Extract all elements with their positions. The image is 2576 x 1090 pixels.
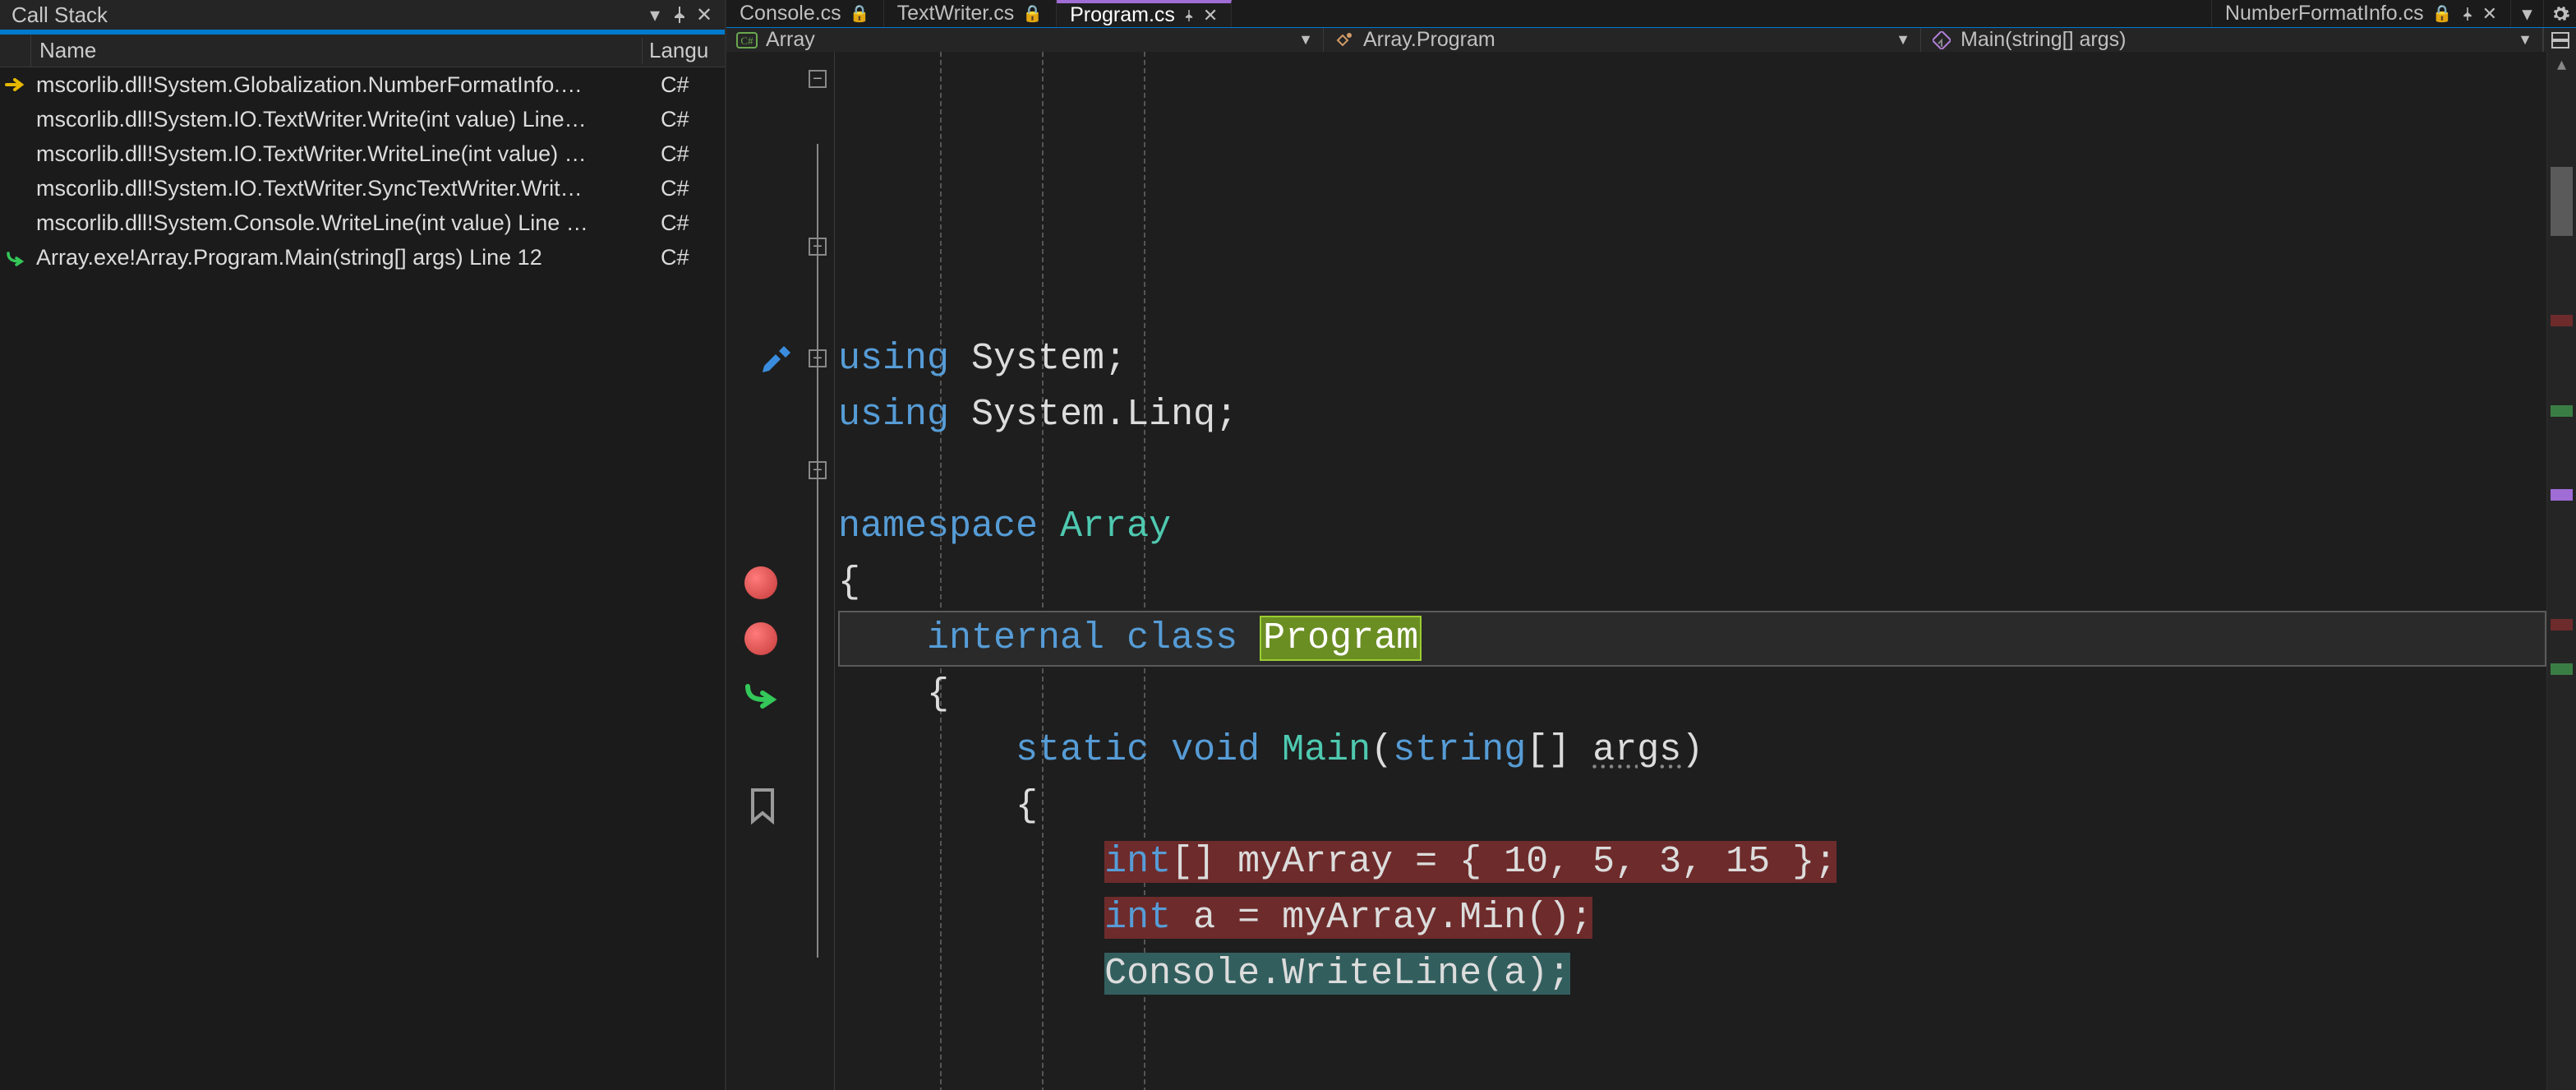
frame-language: C#	[654, 210, 725, 236]
vertical-scrollbar[interactable]: ▴	[2546, 52, 2576, 1090]
scroll-overview-mark	[2551, 619, 2573, 630]
call-stack-frame[interactable]: mscorlib.dll!System.IO.TextWriter.WriteL…	[0, 136, 725, 171]
class-icon	[1334, 32, 1355, 48]
current-statement-icon	[744, 678, 781, 711]
code-line[interactable]: namespace Array	[838, 499, 2546, 555]
pin-icon[interactable]	[667, 2, 692, 27]
window-menu-icon[interactable]: ▾	[643, 2, 667, 27]
call-stack-header: Call Stack ▾ ✕	[0, 0, 725, 35]
code-line[interactable]	[838, 1002, 2546, 1058]
code-line[interactable]: {	[838, 778, 2546, 834]
fold-toggle-icon[interactable]: −	[809, 70, 827, 88]
nav-class-label: Array.Program	[1363, 28, 1495, 52]
call-stack-panel: Call Stack ▾ ✕ Name Langu mscorlib.dll!S…	[0, 0, 726, 1090]
outline-margin[interactable]: −−−−	[802, 52, 835, 1090]
chevron-down-icon: ▼	[1298, 31, 1313, 48]
call-stack-frame[interactable]: mscorlib.dll!System.Globalization.Number…	[0, 67, 725, 102]
column-name[interactable]: Name	[31, 38, 643, 63]
lock-icon: 🔒	[850, 3, 870, 24]
tab-label: Program.cs	[1070, 3, 1175, 27]
chevron-down-icon: ▼	[1896, 31, 1910, 48]
code-line[interactable]: {	[838, 555, 2546, 611]
scroll-overview-mark	[2551, 167, 2573, 236]
code-editor[interactable]: −−−− using System;using System.Linq; nam…	[726, 52, 2576, 1090]
frame-language: C#	[654, 245, 725, 270]
breakpoint-icon[interactable]	[744, 622, 777, 655]
tab-numberformatinfo[interactable]: NumberFormatInfo.cs 🔒 ✕	[2211, 0, 2510, 27]
tab-consolecs[interactable]: Console.cs 🔒	[726, 0, 884, 27]
lock-icon: 🔒	[2432, 3, 2453, 24]
code-line[interactable]: {	[838, 667, 2546, 723]
call-stack-columns: Name Langu	[0, 35, 725, 67]
close-icon[interactable]: ✕	[1203, 5, 1218, 26]
pin-icon[interactable]	[2461, 7, 2474, 21]
frame-text: Array.exe!Array.Program.Main(string[] ar…	[31, 245, 654, 270]
nav-member[interactable]: Main(string[] args) ▼	[1921, 28, 2543, 52]
tab-overflow-icon[interactable]: ▾	[2510, 0, 2543, 27]
lock-icon: 🔒	[1022, 3, 1043, 24]
settings-gear-icon[interactable]	[2543, 0, 2576, 27]
close-icon[interactable]: ✕	[2482, 3, 2497, 25]
nav-scope[interactable]: C# Array ▼	[726, 28, 1324, 52]
scroll-up-icon[interactable]: ▴	[2547, 53, 2576, 75]
tab-label: Console.cs	[740, 2, 841, 25]
frame-indicator-icon	[0, 248, 31, 266]
tab-programcs[interactable]: Program.cs ✕	[1057, 0, 1232, 27]
column-language[interactable]: Langu	[643, 38, 725, 63]
scroll-overview-mark	[2551, 315, 2573, 326]
call-stack-title: Call Stack	[12, 2, 643, 28]
frame-text: mscorlib.dll!System.Globalization.Number…	[31, 72, 654, 98]
frame-text: mscorlib.dll!System.Console.WriteLine(in…	[31, 210, 654, 236]
call-stack-rows: mscorlib.dll!System.Globalization.Number…	[0, 67, 725, 1090]
code-line[interactable]	[838, 1058, 2546, 1090]
tab-label: NumberFormatInfo.cs	[2225, 2, 2424, 25]
frame-text: mscorlib.dll!System.IO.TextWriter.WriteL…	[31, 141, 654, 167]
nav-bar: C# Array ▼ Array.Program ▼ Main(string[]…	[726, 27, 2576, 52]
scroll-overview-mark	[2551, 663, 2573, 675]
bookmark-icon[interactable]	[746, 787, 779, 824]
tab-label: TextWriter.cs	[897, 2, 1015, 25]
breakpoint-icon[interactable]	[744, 566, 777, 599]
svg-text:C#: C#	[740, 35, 753, 47]
code-line[interactable]: int[] myArray = { 10, 5, 3, 15 };	[838, 834, 2546, 890]
nav-member-label: Main(string[] args)	[1961, 28, 2126, 52]
split-editor-icon[interactable]	[2543, 28, 2576, 52]
call-stack-frame[interactable]: mscorlib.dll!System.IO.TextWriter.Write(…	[0, 102, 725, 136]
call-stack-frame[interactable]: mscorlib.dll!System.Console.WriteLine(in…	[0, 206, 725, 240]
code-line[interactable]: int a = myArray.Min();	[838, 890, 2546, 946]
csharp-project-icon: C#	[736, 32, 758, 48]
editor-tabs: Console.cs 🔒 TextWriter.cs 🔒 Program.cs ✕ Num…	[726, 0, 2576, 27]
column-grip[interactable]	[0, 35, 31, 67]
pin-icon[interactable]	[1183, 8, 1195, 23]
breakpoint-margin[interactable]	[726, 52, 802, 1090]
frame-language: C#	[654, 72, 725, 98]
close-icon[interactable]: ✕	[692, 2, 717, 27]
frame-language: C#	[654, 176, 725, 201]
code-text[interactable]: using System;using System.Linq; namespac…	[835, 52, 2546, 1090]
call-stack-frame[interactable]: Array.exe!Array.Program.Main(string[] ar…	[0, 240, 725, 275]
tab-textwritercs[interactable]: TextWriter.cs 🔒	[884, 0, 1058, 27]
scroll-overview-mark	[2551, 405, 2573, 417]
code-line[interactable]: static void Main(string[] args)	[838, 723, 2546, 778]
editor-area: Console.cs 🔒 TextWriter.cs 🔒 Program.cs ✕ Num…	[726, 0, 2576, 1090]
nav-scope-label: Array	[766, 28, 815, 52]
code-line[interactable]: using System.Linq;	[838, 387, 2546, 443]
tabs-spacer	[1232, 0, 2211, 27]
code-line[interactable]	[838, 443, 2546, 499]
code-line[interactable]: internal class Program	[838, 611, 2546, 667]
frame-language: C#	[654, 141, 725, 167]
frame-indicator-icon	[0, 76, 31, 94]
code-line[interactable]: using System;	[838, 331, 2546, 387]
quick-actions-icon[interactable]	[759, 341, 795, 377]
frame-text: mscorlib.dll!System.IO.TextWriter.Write(…	[31, 107, 654, 132]
call-stack-frame[interactable]: mscorlib.dll!System.IO.TextWriter.SyncTe…	[0, 171, 725, 206]
nav-class[interactable]: Array.Program ▼	[1324, 28, 1921, 52]
chevron-down-icon: ▼	[2518, 31, 2532, 48]
code-line[interactable]: Console.WriteLine(a);	[838, 946, 2546, 1002]
frame-text: mscorlib.dll!System.IO.TextWriter.SyncTe…	[31, 176, 654, 201]
method-icon	[1931, 32, 1952, 48]
frame-language: C#	[654, 107, 725, 132]
scroll-overview-mark	[2551, 489, 2573, 501]
